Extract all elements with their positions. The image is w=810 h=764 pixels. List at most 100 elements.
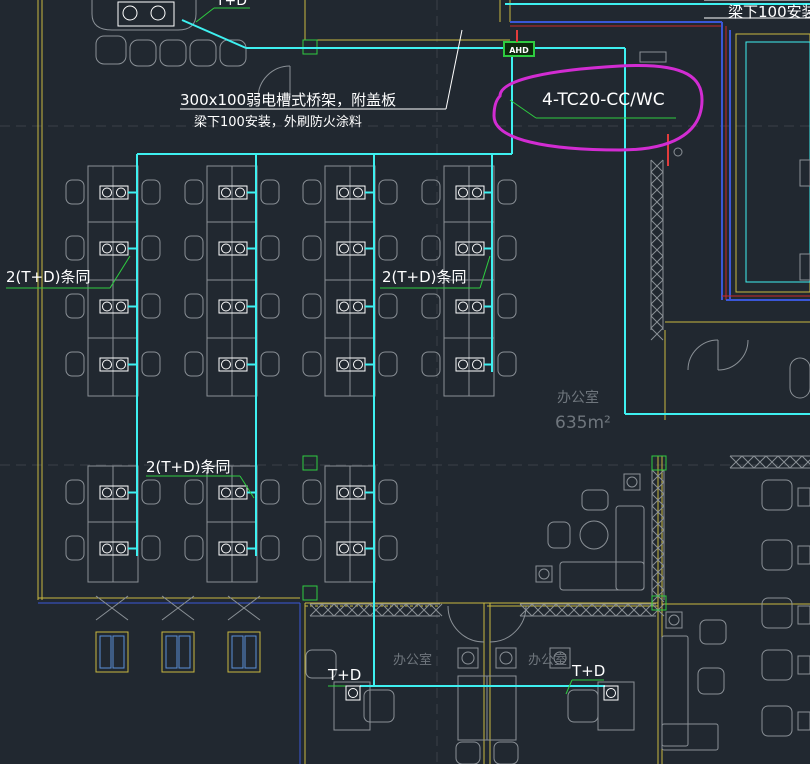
chair — [141, 351, 161, 377]
chair — [141, 293, 161, 319]
outlet-box — [99, 485, 129, 500]
outlet-jack — [353, 243, 363, 254]
outlet-box — [455, 241, 485, 256]
chair — [141, 479, 161, 505]
chair — [141, 235, 161, 261]
chair — [302, 235, 322, 261]
chair — [65, 535, 85, 561]
outlet-box — [218, 357, 248, 372]
outlet-box — [455, 357, 485, 372]
chair — [497, 179, 517, 205]
outlet-box — [455, 185, 485, 200]
outlet-box — [336, 357, 366, 372]
ahd-label: AHD — [509, 46, 529, 55]
outlet-jack — [116, 301, 126, 312]
chair — [65, 351, 85, 377]
outlet-box — [218, 485, 248, 500]
chair — [302, 351, 322, 377]
building-walls — [37, 0, 810, 764]
outlet-jack — [221, 359, 231, 370]
outlet-box — [336, 185, 366, 200]
chair — [260, 235, 280, 261]
td-label-bottom-left: T+D — [327, 666, 361, 684]
ahd-box: AHD — [503, 41, 535, 57]
outlet-box — [455, 299, 485, 314]
outlet-jack — [472, 243, 482, 254]
outlet-jack — [339, 301, 349, 312]
outlet-jack — [102, 301, 112, 312]
outlet-jack — [235, 301, 245, 312]
group-label-middle: 2(T+D)条同 — [382, 268, 467, 286]
outlet-box — [336, 299, 366, 314]
outlet-jack — [353, 301, 363, 312]
top-right-note: 梁下100安装 — [728, 3, 810, 21]
outlet-box — [336, 485, 366, 500]
outlet-jack — [116, 359, 126, 370]
outlet-jack — [102, 543, 112, 554]
outlet-box — [99, 541, 129, 556]
outlet-jack — [472, 301, 482, 312]
outlet-box — [99, 357, 129, 372]
chair — [184, 535, 204, 561]
outlet-jack — [339, 187, 349, 198]
chair — [378, 179, 398, 205]
outlet-jack — [116, 187, 126, 198]
outlet-box — [99, 185, 129, 200]
outlet-jack — [235, 543, 245, 554]
outlet-jack — [458, 301, 468, 312]
cable-spec-label: 4-TC20-CC/WC — [542, 90, 665, 110]
single-outlets — [345, 685, 619, 701]
outlet-jack — [458, 359, 468, 370]
chair — [184, 351, 204, 377]
chair — [378, 535, 398, 561]
chair — [65, 235, 85, 261]
outlet-jack — [235, 487, 245, 498]
chair — [260, 479, 280, 505]
chair — [378, 351, 398, 377]
outlet-jack — [339, 359, 349, 370]
outlet-box — [218, 185, 248, 200]
outlet-jack — [102, 359, 112, 370]
td-label-bottom-right: T+D — [571, 662, 605, 680]
group-label-left: 2(T+D)条同 — [6, 268, 91, 286]
chair — [65, 179, 85, 205]
outlet-jack — [235, 187, 245, 198]
room-area: 635m² — [555, 413, 611, 433]
chair — [184, 179, 204, 205]
outlet-jack — [221, 301, 231, 312]
outlet-jack — [353, 487, 363, 498]
outlet-jack — [458, 243, 468, 254]
chair — [184, 293, 204, 319]
group-label-bottom: 2(T+D)条同 — [146, 458, 231, 476]
outlet-jack — [353, 543, 363, 554]
chair — [302, 535, 322, 561]
chair — [260, 293, 280, 319]
outlet-box — [336, 241, 366, 256]
outlet-jack — [472, 359, 482, 370]
outlet-box — [218, 241, 248, 256]
top-td-label: T+D — [215, 0, 247, 9]
chair — [378, 293, 398, 319]
chair — [378, 235, 398, 261]
room-name-lower-left: 办公室 — [393, 652, 432, 668]
room-name-lower-right: 办公室 — [528, 652, 567, 668]
outlet-jack — [221, 543, 231, 554]
outlet-box — [218, 541, 248, 556]
outlet-jack — [235, 243, 245, 254]
leader-lines — [6, 7, 676, 695]
chair — [260, 179, 280, 205]
chair — [184, 479, 204, 505]
outlet-jack — [116, 243, 126, 254]
tray-spec-line2: 梁下100安装，外刷防火涂料 — [194, 114, 362, 130]
outlet-jack — [339, 487, 349, 498]
chair — [184, 235, 204, 261]
cad-drawing-canvas: AHD 梁下100安装 T+D 300x100弱电槽式桥架，附盖板 梁下100安… — [0, 0, 810, 764]
outlet-jack — [339, 243, 349, 254]
top-outlet — [117, 1, 175, 27]
chair — [302, 179, 322, 205]
outlet-jack — [102, 187, 112, 198]
outlet-jack — [221, 187, 231, 198]
chair — [65, 479, 85, 505]
chair — [141, 179, 161, 205]
floor-plan-drawing: AHD 梁下100安装 T+D 300x100弱电槽式桥架，附盖板 梁下100安… — [0, 0, 810, 764]
